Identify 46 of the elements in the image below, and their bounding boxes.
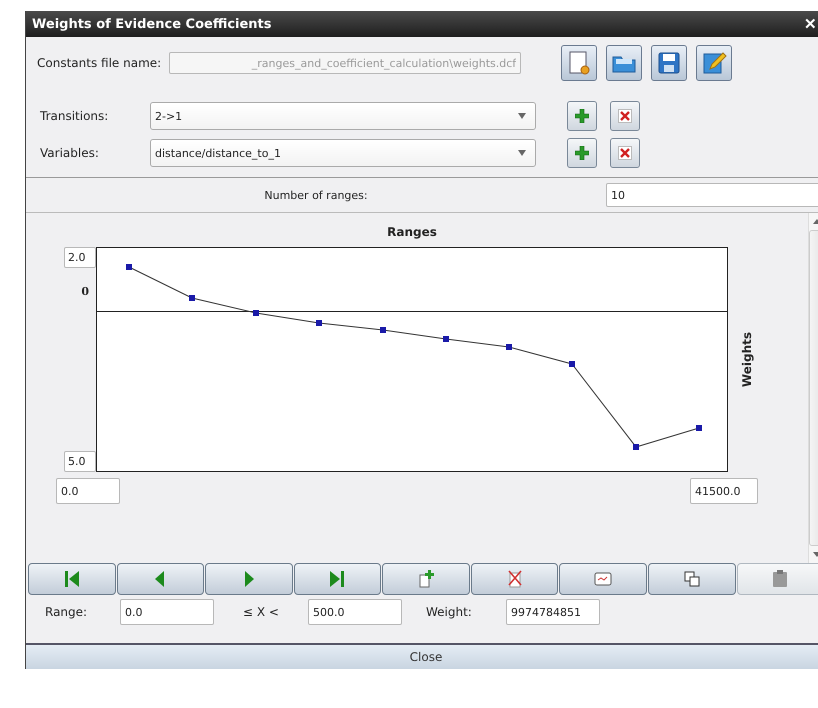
add-button[interactable] [382,563,470,595]
weight-field[interactable]: 9974784851 [506,599,600,625]
axis-min-field[interactable]: 5.0 [64,451,96,472]
range-label: Range: [45,605,88,619]
plus-icon [575,146,589,160]
axis-title: Weights [740,332,754,388]
ranges-count-label: Number of ranges: [263,188,369,202]
zero-label: 0 [81,285,89,298]
delete-icon [618,146,632,160]
range-from-field[interactable]: 0.0 [120,599,214,625]
delete-icon [618,109,632,123]
selector-label: Transitions: [40,109,110,123]
remove-button[interactable] [610,138,640,168]
axis-max-field[interactable]: 2.0 [64,247,96,268]
selector-label: Variables: [40,146,100,160]
save-file-button[interactable] [651,45,688,81]
new-file-button[interactable] [561,45,598,81]
copy-icon [682,569,702,589]
last-button[interactable] [294,563,382,595]
first-button[interactable] [28,563,116,595]
delete-button[interactable] [470,563,558,595]
dropdown-field[interactable]: distance/distance_to_1 [150,139,536,167]
close-button[interactable]: ✕ [804,15,818,33]
open-file-button[interactable] [606,45,642,81]
graph-button[interactable] [559,563,647,595]
dropdown-arrow-icon [517,150,527,156]
remove-button[interactable] [610,101,640,131]
edit-file-button[interactable] [696,45,732,81]
axis-start-field[interactable]: 0.0 [56,478,120,504]
dropdown-field[interactable]: 2->1 [150,102,536,130]
window-title: Weights of Evidence Coefficients [32,16,272,32]
add-button[interactable] [567,138,597,168]
constants-label: Constants file name: [37,56,162,70]
close-button[interactable]: Close [26,643,818,669]
dropdown-arrow-icon [517,113,527,119]
copy-button[interactable] [648,563,736,595]
chart-title: Ranges [386,224,438,239]
add-button[interactable] [567,101,597,131]
weight-label: Weight: [426,605,473,619]
prev-button[interactable] [116,563,204,595]
range-operator: ≤ X < [242,605,280,619]
ranges-count-field[interactable]: 10 [606,183,818,207]
range-to-field[interactable]: 500.0 [308,599,402,625]
plus-icon [575,109,589,123]
next-button[interactable] [205,563,293,595]
axis-end-field[interactable]: 41500.0 [690,478,758,504]
